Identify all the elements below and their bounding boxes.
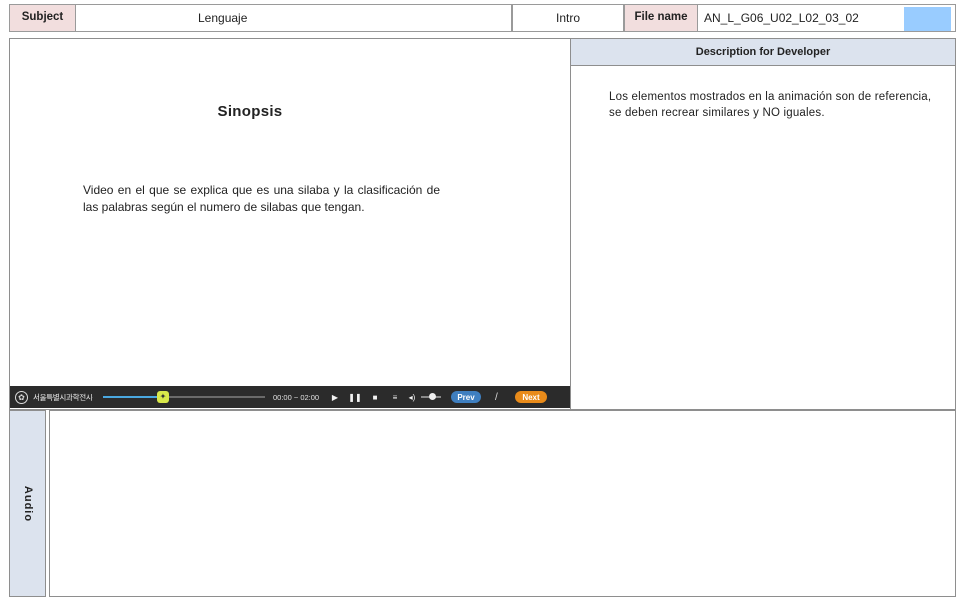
developer-note: Los elementos mostrados en la animación … — [609, 91, 932, 119]
page-separator: / — [495, 391, 498, 403]
seek-bar-fill — [103, 396, 163, 398]
synopsis-title: Sinopsis — [217, 103, 283, 120]
filename-text: AN_L_G06_U02_L02_03_02 — [704, 11, 859, 25]
time-readout: 00:00 ~ 02:00 — [273, 392, 320, 402]
color-swatch — [904, 7, 951, 31]
synopsis-text: Video en el que se explica que es una si… — [83, 183, 440, 214]
video-player-bar: ✿ 서울특별시과학전시관 ✦ 00:00 ~ 02:00 ▶ ❚❚ ■ ≡ ◂)… — [10, 386, 570, 408]
animation-stage: Sinopsis Video en el que se explica que … — [9, 38, 571, 410]
stop-icon[interactable]: ■ — [365, 393, 385, 402]
subject-label: Subject — [9, 4, 76, 32]
menu-icon[interactable]: ≡ — [385, 393, 405, 402]
org-name: 서울특별시과학전시관 — [33, 392, 93, 402]
filename-label: File name — [624, 4, 698, 32]
volume-knob[interactable] — [429, 393, 436, 400]
play-icon[interactable]: ▶ — [325, 393, 345, 402]
seek-thumb-icon[interactable]: ✦ — [156, 391, 169, 403]
next-button[interactable]: Next — [515, 391, 547, 403]
pause-icon[interactable]: ❚❚ — [345, 393, 365, 402]
volume-icon[interactable]: ◂) — [405, 393, 419, 402]
section-value: Intro — [512, 4, 624, 32]
audio-content-area — [49, 410, 956, 597]
volume-slider[interactable] — [421, 393, 441, 400]
developer-panel: Description for Developer Los elementos … — [570, 38, 956, 410]
subject-value: Lenguaje — [75, 4, 512, 32]
emblem-icon: ✿ — [15, 390, 28, 404]
audio-tab: Audio — [9, 410, 46, 597]
audio-label: Audio — [21, 485, 34, 522]
prev-button[interactable]: Prev — [451, 391, 481, 403]
developer-panel-heading: Description for Developer — [571, 39, 955, 66]
seek-bar[interactable]: ✦ — [103, 391, 265, 403]
